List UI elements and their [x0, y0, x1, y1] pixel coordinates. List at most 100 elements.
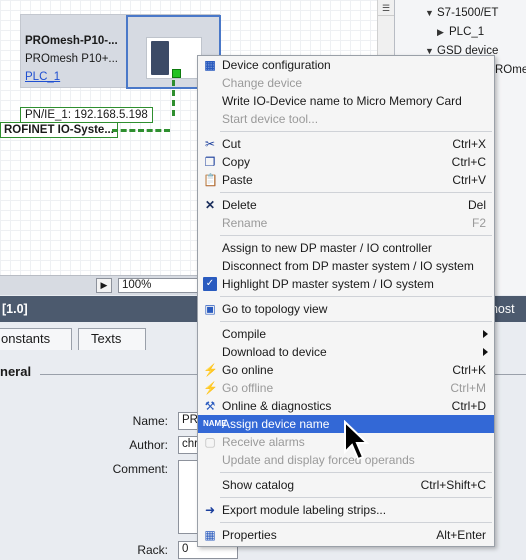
profinet-system-label[interactable]: ROFINET IO-Syste...: [0, 122, 118, 138]
device-config-icon: ▦: [204, 58, 216, 72]
menu-item-shortcut: Ctrl+V: [452, 173, 486, 187]
tab-constants[interactable]: onstants: [0, 328, 72, 350]
menu-separator: [220, 192, 492, 193]
tree-item-label: ROme: [495, 64, 526, 76]
menu-item-cut[interactable]: ✂ Cut Ctrl+X: [198, 135, 494, 153]
menu-item-label: Write IO-Device name to Micro Memory Car…: [222, 94, 462, 108]
scroll-menu-icon[interactable]: ☰: [378, 0, 394, 16]
menu-item-label: Go offline: [222, 381, 274, 395]
zoom-input[interactable]: 100%: [118, 278, 198, 293]
go-online-icon: ⚡: [203, 363, 218, 377]
menu-item-label: Export module labeling strips...: [222, 503, 387, 517]
menu-item-shortcut: F2: [471, 216, 486, 230]
menu-item-shortcut: Del: [467, 198, 486, 212]
menu-item-topology-view[interactable]: ▣ Go to topology view: [198, 300, 494, 318]
menu-item-disconnect-master[interactable]: Disconnect from DP master system / IO sy…: [198, 257, 494, 275]
menu-item-online-diagnostics[interactable]: ⚒ Online & diagnostics Ctrl+D: [198, 397, 494, 415]
switch-body: [151, 41, 169, 75]
expand-arrow-icon[interactable]: ▼: [425, 8, 434, 18]
menu-item-compile[interactable]: Compile: [198, 325, 494, 343]
properties-icon: ▦: [204, 528, 216, 542]
tree-item-label: S7-1500/ET: [437, 7, 499, 19]
menu-item-label: Highlight DP master system / IO system: [222, 277, 434, 291]
menu-item-label: Cut: [222, 137, 241, 151]
chevron-right-icon[interactable]: ▶: [96, 278, 112, 293]
device-block[interactable]: PROmesh-P10-... PROmesh P10+... PLC_1: [20, 14, 221, 89]
device-name: PROmesh-P10-...: [25, 35, 118, 47]
menu-item-label: Download to device: [222, 345, 327, 359]
menu-item-highlight-master[interactable]: ✓ Highlight DP master system / IO system: [198, 275, 494, 293]
port-connector-icon[interactable]: [172, 69, 181, 78]
menu-item-copy[interactable]: ❐ Copy Ctrl+C: [198, 153, 494, 171]
network-link-horizontal: [112, 129, 170, 132]
go-offline-icon: ⚡: [203, 381, 218, 395]
properties-title: [1.0]: [2, 302, 28, 316]
section-title: neral: [0, 364, 32, 379]
assign-name-icon: NAME: [203, 419, 227, 428]
menu-item-shortcut: Alt+Enter: [436, 528, 486, 542]
menu-item-shortcut: Ctrl+D: [451, 399, 486, 413]
menu-item-go-offline[interactable]: ⚡ Go offline Ctrl+M: [198, 379, 494, 397]
menu-item-properties[interactable]: ▦ Properties Alt+Enter: [198, 526, 494, 544]
author-label: Author:: [129, 438, 168, 452]
menu-item-device-configuration[interactable]: ▦ Device configuration: [198, 56, 494, 74]
menu-item-label: Go to topology view: [222, 302, 328, 316]
checkbox-checked-icon: ✓: [203, 277, 217, 291]
menu-item-export-labels[interactable]: ➜ Export module labeling strips...: [198, 501, 494, 519]
menu-separator: [220, 522, 492, 523]
menu-separator: [220, 472, 492, 473]
menu-item-label: Online & diagnostics: [222, 399, 332, 413]
menu-item-label: Change device: [222, 76, 303, 90]
scissors-icon: ✂: [204, 137, 216, 151]
menu-separator: [220, 296, 492, 297]
menu-item-rename[interactable]: Rename F2: [198, 214, 494, 232]
device-type: PROmesh P10+...: [25, 53, 118, 65]
menu-item-download[interactable]: Download to device: [198, 343, 494, 361]
menu-item-label: Device configuration: [222, 58, 331, 72]
context-menu: ▦ Device configuration Change device Wri…: [197, 55, 495, 547]
menu-item-shortcut: Ctrl+X: [452, 137, 486, 151]
alarm-icon: ▢: [204, 435, 216, 449]
menu-item-shortcut: Ctrl+K: [452, 363, 486, 377]
menu-item-label: Paste: [222, 173, 253, 187]
menu-item-label: Compile: [222, 327, 267, 341]
menu-separator: [220, 235, 492, 236]
menu-item-label: Show catalog: [222, 478, 295, 492]
menu-item-label: Copy: [222, 155, 251, 169]
menu-item-label: Delete: [222, 198, 257, 212]
expand-arrow-icon[interactable]: ▶: [437, 27, 444, 38]
menu-item-write-device-name[interactable]: Write IO-Device name to Micro Memory Car…: [198, 92, 494, 110]
paste-icon: 📋: [203, 173, 218, 187]
menu-item-start-device-tool[interactable]: Start device tool...: [198, 110, 494, 128]
menu-separator: [220, 497, 492, 498]
menu-item-go-online[interactable]: ⚡ Go online Ctrl+K: [198, 361, 494, 379]
menu-item-label: Start device tool...: [222, 112, 319, 126]
menu-separator: [220, 321, 492, 322]
menu-separator: [220, 131, 492, 132]
menu-item-assign-master[interactable]: Assign to new DP master / IO controller: [198, 239, 494, 257]
device-plc-link[interactable]: PLC_1: [25, 71, 60, 83]
menu-item-paste[interactable]: 📋 Paste Ctrl+V: [198, 171, 494, 189]
diagnostics-icon: ⚒: [204, 399, 216, 413]
rack-label: Rack:: [137, 543, 168, 557]
menu-item-change-device[interactable]: Change device: [198, 74, 494, 92]
menu-item-label: Rename: [222, 216, 268, 230]
submenu-arrow-icon: [483, 348, 488, 356]
topology-icon: ▣: [204, 302, 216, 316]
menu-item-show-catalog[interactable]: Show catalog Ctrl+Shift+C: [198, 476, 494, 494]
menu-item-label: Go online: [222, 363, 274, 377]
tab-texts[interactable]: Texts: [78, 328, 146, 350]
ip-address-label: PN/IE_1: 192.168.5.198: [20, 107, 153, 123]
copy-icon: ❐: [204, 155, 216, 169]
export-icon: ➜: [204, 503, 216, 517]
menu-item-shortcut: Ctrl+M: [450, 381, 486, 395]
menu-item-label: Disconnect from DP master system / IO sy…: [222, 259, 474, 273]
menu-item-delete[interactable]: ✕ Delete Del: [198, 196, 494, 214]
menu-item-label: Properties: [222, 528, 277, 542]
submenu-arrow-icon: [483, 330, 488, 338]
menu-item-shortcut: Ctrl+Shift+C: [420, 478, 486, 492]
comment-label: Comment:: [112, 462, 168, 476]
tree-item-label: PLC_1: [449, 26, 485, 38]
mouse-cursor-icon: [344, 420, 370, 461]
menu-item-label: Receive alarms: [222, 435, 305, 449]
